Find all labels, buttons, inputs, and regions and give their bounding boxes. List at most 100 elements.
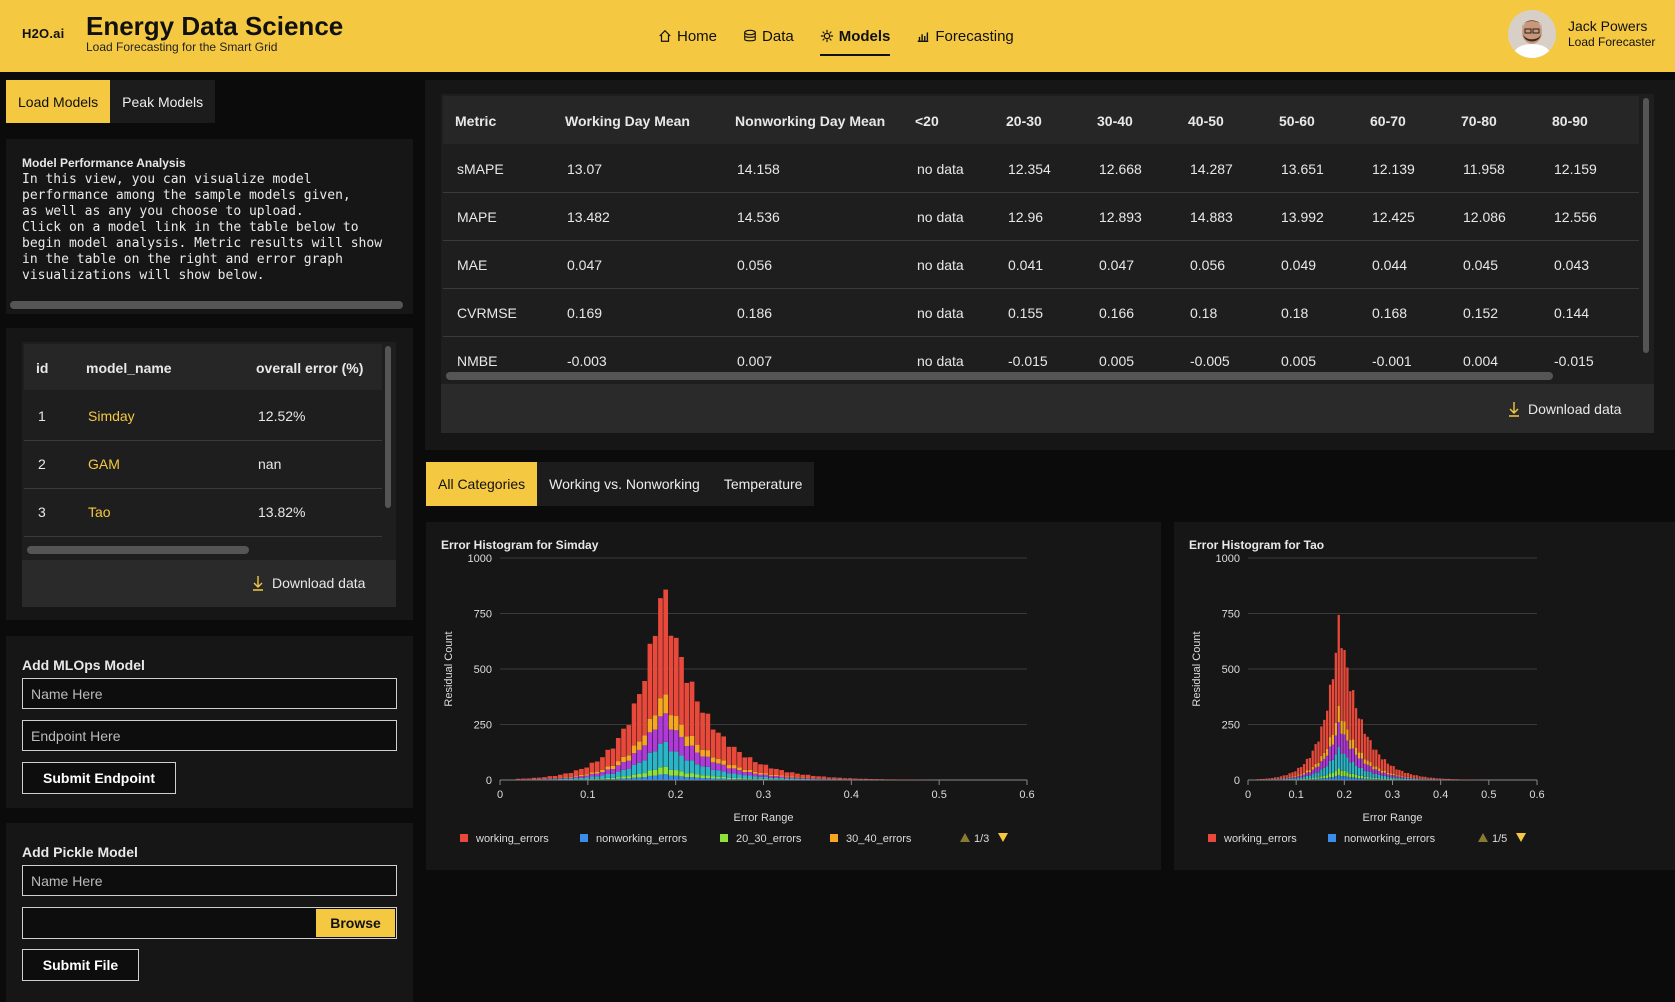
metric-value: 12.139 xyxy=(1372,161,1415,177)
histogram-bar xyxy=(1372,749,1375,767)
histogram-bar xyxy=(1279,776,1283,779)
histogram-bar xyxy=(1398,777,1401,780)
histogram-bar xyxy=(1274,777,1277,779)
histogram-bar xyxy=(694,744,700,753)
histogram-bar xyxy=(652,715,658,730)
histogram-bar xyxy=(1386,772,1390,775)
legend-entry: working_errors xyxy=(1223,833,1297,845)
col-model-name[interactable]: model_name xyxy=(86,360,172,376)
histogram-bar xyxy=(1369,777,1372,779)
histogram-bar xyxy=(694,777,700,780)
nav-home[interactable]: Home xyxy=(658,0,717,72)
histogram-bar xyxy=(1328,737,1332,747)
histogram-bar xyxy=(1328,746,1332,761)
models-vscroll[interactable] xyxy=(385,346,391,508)
histogram-bar xyxy=(621,776,626,779)
metrics-col-header[interactable]: 40-50 xyxy=(1188,113,1224,129)
histogram-bar xyxy=(800,777,806,779)
histogram-bar xyxy=(1294,776,1297,779)
metrics-col-header[interactable]: 80-90 xyxy=(1552,113,1588,129)
histogram-bar xyxy=(1302,772,1306,775)
tab-temperature[interactable]: Temperature xyxy=(712,462,815,506)
h2o-logo[interactable]: H2O.ai xyxy=(22,26,64,41)
metrics-vscroll[interactable] xyxy=(1643,98,1649,353)
histogram-bar xyxy=(816,778,821,780)
model-link-tao[interactable]: Tao xyxy=(88,504,111,520)
metrics-col-header[interactable]: 20-30 xyxy=(1006,113,1042,129)
histogram-bar xyxy=(1372,779,1375,780)
model-error: nan xyxy=(258,456,282,472)
histogram-bar xyxy=(668,769,674,776)
submit-endpoint-button[interactable]: Submit Endpoint xyxy=(22,762,176,794)
histogram-bar xyxy=(594,776,600,779)
histogram-bar xyxy=(1308,775,1311,779)
histogram-bar xyxy=(573,775,579,777)
nav-data[interactable]: Data xyxy=(743,0,794,72)
metrics-col-header[interactable]: Metric xyxy=(455,113,496,129)
pickle-name-field[interactable]: Name Here xyxy=(22,865,397,896)
histogram-bar xyxy=(1369,766,1372,773)
intro-scrollbar[interactable] xyxy=(10,301,403,309)
model-link-simday[interactable]: Simday xyxy=(88,408,135,424)
submit-file-button[interactable]: Submit File xyxy=(22,949,139,981)
avatar[interactable] xyxy=(1508,10,1556,58)
metric-value: 12.354 xyxy=(1008,161,1051,177)
histogram-bar xyxy=(716,758,721,764)
histogram-bar xyxy=(1323,719,1326,753)
histogram-bar xyxy=(774,776,779,778)
histogram-bar xyxy=(673,716,679,731)
histogram-bar xyxy=(1438,778,1442,780)
histogram-bar xyxy=(1435,778,1439,780)
col-id[interactable]: id xyxy=(36,360,48,376)
nav-models[interactable]: Models xyxy=(819,0,890,72)
histogram-bar xyxy=(1378,778,1381,780)
metrics-col-header[interactable]: 70-80 xyxy=(1461,113,1497,129)
browse-button[interactable]: Browse xyxy=(316,909,395,937)
metrics-col-header[interactable]: 30-40 xyxy=(1097,113,1133,129)
models-hscroll[interactable] xyxy=(27,546,249,554)
histogram-bar xyxy=(1360,778,1363,780)
mlops-name-field[interactable]: Name Here xyxy=(22,678,397,709)
histogram-bar xyxy=(832,777,837,779)
metrics-download-button[interactable]: Download data xyxy=(1508,401,1621,417)
histogram-bar xyxy=(731,773,737,778)
tab-load-models[interactable]: Load Models xyxy=(6,80,111,123)
histogram-bar xyxy=(700,766,705,776)
metrics-col-header[interactable]: 50-60 xyxy=(1279,113,1315,129)
metrics-col-header[interactable]: Nonworking Day Mean xyxy=(735,113,885,129)
histogram-bar xyxy=(737,774,742,779)
histogram-bar xyxy=(637,741,642,750)
metrics-col-header[interactable]: Working Day Mean xyxy=(565,113,690,129)
histogram-bar xyxy=(752,762,758,772)
model-link-gam[interactable]: GAM xyxy=(88,456,120,472)
metrics-col-header[interactable]: <20 xyxy=(915,113,939,129)
histogram-bar xyxy=(679,736,684,756)
mlops-endpoint-field[interactable]: Endpoint Here xyxy=(22,720,397,751)
histogram-bar xyxy=(1305,770,1309,773)
histogram-bar xyxy=(1323,775,1326,779)
histogram-bar xyxy=(1308,779,1311,780)
database-icon xyxy=(744,29,756,42)
metrics-col-header[interactable]: 60-70 xyxy=(1370,113,1406,129)
histogram-bar xyxy=(647,770,653,776)
models-download-button[interactable]: Download data xyxy=(252,575,365,591)
tab-peak-models[interactable]: Peak Models xyxy=(110,80,215,123)
row-divider xyxy=(24,488,382,489)
histogram-bar xyxy=(694,764,700,775)
histogram-bar xyxy=(1300,775,1303,778)
histogram-bar xyxy=(1357,775,1361,779)
col-overall-error[interactable]: overall error (%) xyxy=(256,360,363,376)
metrics-hscroll[interactable] xyxy=(446,372,1553,380)
histogram-bar xyxy=(673,637,679,717)
histogram-bar xyxy=(1297,767,1300,775)
metric-value: 0.047 xyxy=(1099,257,1135,273)
tab-all-categories[interactable]: All Categories xyxy=(426,462,538,506)
tab-working-nonworking[interactable]: Working vs. Nonworking xyxy=(537,462,712,506)
histogram-bar xyxy=(626,760,632,770)
histogram-bar xyxy=(700,775,705,778)
histogram-bar xyxy=(758,776,763,779)
histogram-bar xyxy=(1279,778,1283,780)
histogram-bar xyxy=(1285,778,1288,780)
histogram-bar xyxy=(668,775,674,780)
nav-forecasting[interactable]: Forecasting xyxy=(916,0,1014,72)
